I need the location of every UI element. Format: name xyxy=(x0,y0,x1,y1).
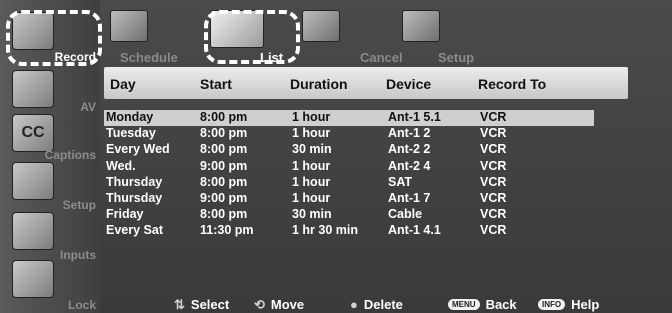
sidebar-item-inputs[interactable]: Inputs xyxy=(0,210,100,262)
table-cell: 1 hour xyxy=(292,191,331,205)
delete-button-icon: ● xyxy=(350,297,358,312)
table-cell: VCR xyxy=(480,191,507,205)
table-row[interactable]: Tuesday 8:00 pm 1 hour Ant-1 2 VCR xyxy=(104,126,594,142)
table-cell: Every Sat xyxy=(106,223,163,238)
setup-icon xyxy=(402,10,440,42)
table-cell: 9:00 pm xyxy=(200,191,248,205)
sidebar-item-label: Lock xyxy=(67,298,96,312)
tab-schedule[interactable]: Schedule xyxy=(110,8,200,65)
table-cell: 8:00 pm xyxy=(200,207,248,222)
list-highlight-frame xyxy=(204,10,300,64)
table-cell: Ant-2 2 xyxy=(388,142,431,157)
table-row[interactable]: Monday 8:00 pm 1 hour Ant-1 5.1 VCR xyxy=(104,110,594,126)
table-row[interactable]: Friday 8:00 pm 30 min Cable VCR xyxy=(104,207,594,223)
tab-label: Cancel xyxy=(360,50,403,65)
table-row[interactable]: Every Wed 8:00 pm 30 min Ant-2 2 VCR xyxy=(104,142,594,158)
help-label: Help xyxy=(571,297,600,312)
column-header-day: Day xyxy=(110,76,136,92)
table-cell: 1 hour xyxy=(292,110,331,124)
table-cell: Ant-1 2 xyxy=(388,126,431,141)
input-jacks-icon xyxy=(12,212,54,250)
tab-label: Schedule xyxy=(120,50,178,65)
table-cell: 1 hour xyxy=(292,174,331,189)
move-label: Move xyxy=(270,297,305,312)
up-down-arrows-icon: ⇅ xyxy=(174,297,185,312)
table-cell: VCR xyxy=(480,158,507,173)
back-label: Back xyxy=(485,297,517,312)
table-cell: Ant-1 7 xyxy=(388,191,431,205)
table-cell: 8:00 pm xyxy=(200,110,248,124)
setup-tv-icon xyxy=(12,162,54,200)
table-cell: VCR xyxy=(480,110,507,124)
tab-cancel[interactable]: Cancel xyxy=(300,8,403,65)
table-cell: Tuesday xyxy=(106,126,156,141)
speakers-icon xyxy=(12,70,54,108)
table-header: Day Start Duration Device Record To xyxy=(104,67,628,99)
table-cell: Ant-1 5.1 xyxy=(388,110,441,124)
table-cell: 9:00 pm xyxy=(200,158,248,173)
table-row[interactable]: Thursday 8:00 pm 1 hour SAT VCR xyxy=(104,175,594,191)
table-cell: 8:00 pm xyxy=(200,142,248,157)
column-header-device: Device xyxy=(386,76,432,92)
sidebar-item-setup[interactable]: Setup xyxy=(0,160,100,212)
tab-setup[interactable]: Setup xyxy=(398,8,498,65)
menu-key-icon: MENU xyxy=(448,299,480,310)
recording-list-screen: Record AV CC Captions Setup Inputs Lock … xyxy=(0,0,672,313)
table-cell: VCR xyxy=(480,223,507,238)
back-hint: MENU Back xyxy=(448,297,517,312)
schedule-icon xyxy=(110,10,148,42)
table-cell: Cable xyxy=(388,207,423,222)
table-row[interactable]: Wed. 9:00 pm 1 hour Ant-2 4 VCR xyxy=(104,159,594,175)
table-cell: Friday xyxy=(106,207,144,222)
column-header-record-to: Record To xyxy=(478,76,547,92)
table-cell: Ant-2 4 xyxy=(388,158,431,173)
table-cell: VCR xyxy=(480,174,507,189)
table-cell: VCR xyxy=(480,207,507,222)
table-cell: 1 hour xyxy=(292,158,331,173)
table-cell: Thursday xyxy=(106,191,163,205)
move-hint: ⟲ Move xyxy=(254,297,304,313)
table-cell: 30 min xyxy=(292,142,332,157)
table-cell: 8:00 pm xyxy=(200,174,248,189)
table-cell: 11:30 pm xyxy=(200,223,254,238)
table-cell: Monday xyxy=(106,110,154,124)
delete-label: Delete xyxy=(363,297,403,312)
closed-captions-icon: CC xyxy=(12,114,54,152)
info-key-icon: INFO xyxy=(538,299,566,310)
table-cell: 1 hr 30 min xyxy=(292,223,358,238)
padlock-icon xyxy=(12,260,54,298)
tab-label: Setup xyxy=(438,50,475,65)
table-cell: Wed. xyxy=(106,158,136,173)
table-row[interactable]: Every Sat 11:30 pm 1 hr 30 min Ant-1 4.1 VCR xyxy=(104,223,594,239)
cancel-icon xyxy=(302,10,340,42)
sidebar-item-captions[interactable]: CC Captions xyxy=(0,112,100,164)
help-hint: INFO Help xyxy=(538,297,599,312)
select-hint: ⇅ Select xyxy=(174,297,229,313)
table-row[interactable]: Thursday 9:00 pm 1 hour Ant-1 7 VCR xyxy=(104,191,594,207)
column-header-duration: Duration xyxy=(290,76,348,92)
table-cell: VCR xyxy=(480,142,507,157)
select-label: Select xyxy=(190,297,230,312)
record-highlight-frame xyxy=(6,10,102,66)
table-cell: 8:00 pm xyxy=(200,126,248,141)
table-cell: 1 hour xyxy=(292,126,331,141)
table-cell: SAT xyxy=(388,174,413,189)
table-cell: Thursday xyxy=(106,174,163,189)
sidebar-item-lock[interactable]: Lock xyxy=(0,258,100,312)
left-right-arrows-icon: ⟲ xyxy=(254,297,265,312)
table-cell: VCR xyxy=(480,126,507,141)
column-header-start: Start xyxy=(200,76,232,92)
delete-hint: ● Delete xyxy=(350,297,403,312)
table-cell: Every Wed xyxy=(106,142,170,157)
table-cell: 30 min xyxy=(292,207,332,222)
table-cell: Ant-1 4.1 xyxy=(388,223,441,238)
